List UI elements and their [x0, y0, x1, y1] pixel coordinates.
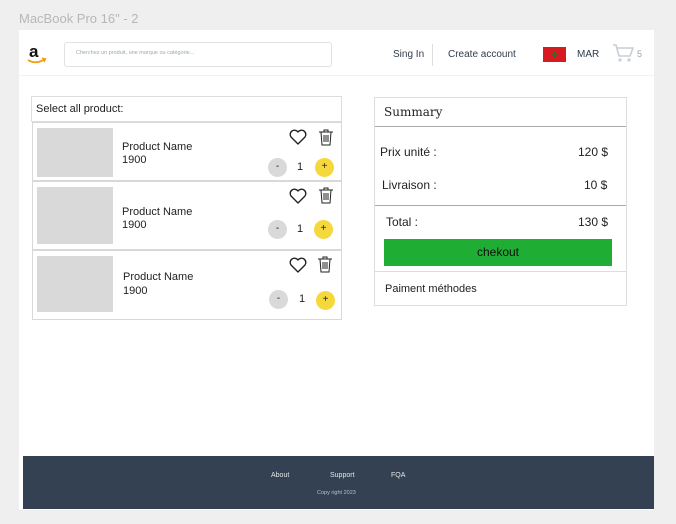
svg-text:a: a	[29, 42, 39, 61]
product-price: 1900	[122, 219, 147, 231]
order-summary: Summary Prix unité : 120 $ Livraison : 1…	[374, 97, 627, 306]
heart-icon[interactable]	[289, 188, 307, 209]
footer-link-faq[interactable]: FQA	[391, 472, 405, 479]
summary-divider	[375, 205, 626, 206]
select-all-product[interactable]: Select all product:	[31, 96, 342, 122]
unit-price-value: 120 $	[578, 145, 609, 159]
cart-count: 5	[637, 49, 643, 59]
copyright-text: Copy right 2023	[317, 490, 356, 496]
header-divider	[432, 44, 433, 66]
product-price: 1900	[123, 285, 148, 297]
product-price: 1900	[122, 154, 147, 166]
decrease-quantity-button[interactable]: -	[268, 220, 287, 239]
shipping-label: Livraison :	[382, 178, 437, 192]
search-input[interactable]: Cherchez un produit, une marque ou catég…	[64, 42, 332, 67]
cart-item: Product Name 1900 - 1 +	[32, 181, 342, 250]
total-value: 130 $	[578, 215, 609, 229]
checkout-button[interactable]: chekout	[384, 239, 612, 266]
product-image[interactable]	[37, 256, 113, 312]
heart-icon[interactable]	[289, 257, 307, 278]
product-name[interactable]: Product Name	[123, 271, 193, 283]
product-image[interactable]	[37, 187, 113, 244]
cart-item: Product Name 1900 - 1 +	[32, 122, 342, 181]
quantity-value: 1	[299, 293, 306, 305]
product-image[interactable]	[37, 128, 113, 177]
footer-link-about[interactable]: About	[271, 472, 289, 479]
amazon-logo-icon[interactable]: a	[25, 42, 49, 66]
morocco-flag-icon[interactable]	[543, 47, 566, 62]
trash-icon[interactable]	[318, 128, 334, 151]
language-selector[interactable]: MAR	[577, 49, 599, 60]
product-name[interactable]: Product Name	[122, 141, 192, 153]
cart-item: Product Name 1900 - 1 +	[32, 250, 342, 320]
product-name[interactable]: Product Name	[122, 206, 192, 218]
unit-price-label: Prix unité :	[380, 145, 437, 159]
page-frame: a Cherchez un produit, une marque ou cat…	[19, 30, 654, 510]
footer-link-support[interactable]: Support	[330, 472, 355, 479]
increase-quantity-button[interactable]: +	[314, 220, 333, 239]
decrease-quantity-button[interactable]: -	[268, 158, 287, 177]
increase-quantity-button[interactable]: +	[315, 158, 334, 177]
search-placeholder: Cherchez un produit, une marque ou catég…	[76, 50, 195, 56]
cart-icon[interactable]	[612, 43, 634, 68]
footer: About Support FQA Copy right 2023	[23, 456, 654, 509]
summary-title: Summary	[384, 105, 443, 119]
total-label: Total :	[386, 215, 419, 229]
shipping-value: 10 $	[584, 178, 608, 192]
trash-icon[interactable]	[317, 255, 333, 278]
quantity-value: 1	[297, 161, 304, 173]
summary-divider	[375, 271, 626, 272]
decrease-quantity-button[interactable]: -	[269, 290, 288, 309]
heart-icon[interactable]	[289, 129, 307, 150]
summary-header: Summary	[375, 98, 626, 127]
quantity-value: 1	[297, 223, 304, 235]
trash-icon[interactable]	[318, 186, 334, 209]
create-account-link[interactable]: Create account	[448, 49, 516, 60]
increase-quantity-button[interactable]: +	[316, 291, 335, 310]
header: a Cherchez un produit, une marque ou cat…	[19, 30, 654, 76]
frame-title: MacBook Pro 16" - 2	[19, 11, 139, 26]
payment-methods-link[interactable]: Paiment méthodes	[385, 283, 477, 295]
sign-in-link[interactable]: Sing In	[393, 49, 424, 60]
select-all-label: Select all product:	[36, 103, 124, 115]
